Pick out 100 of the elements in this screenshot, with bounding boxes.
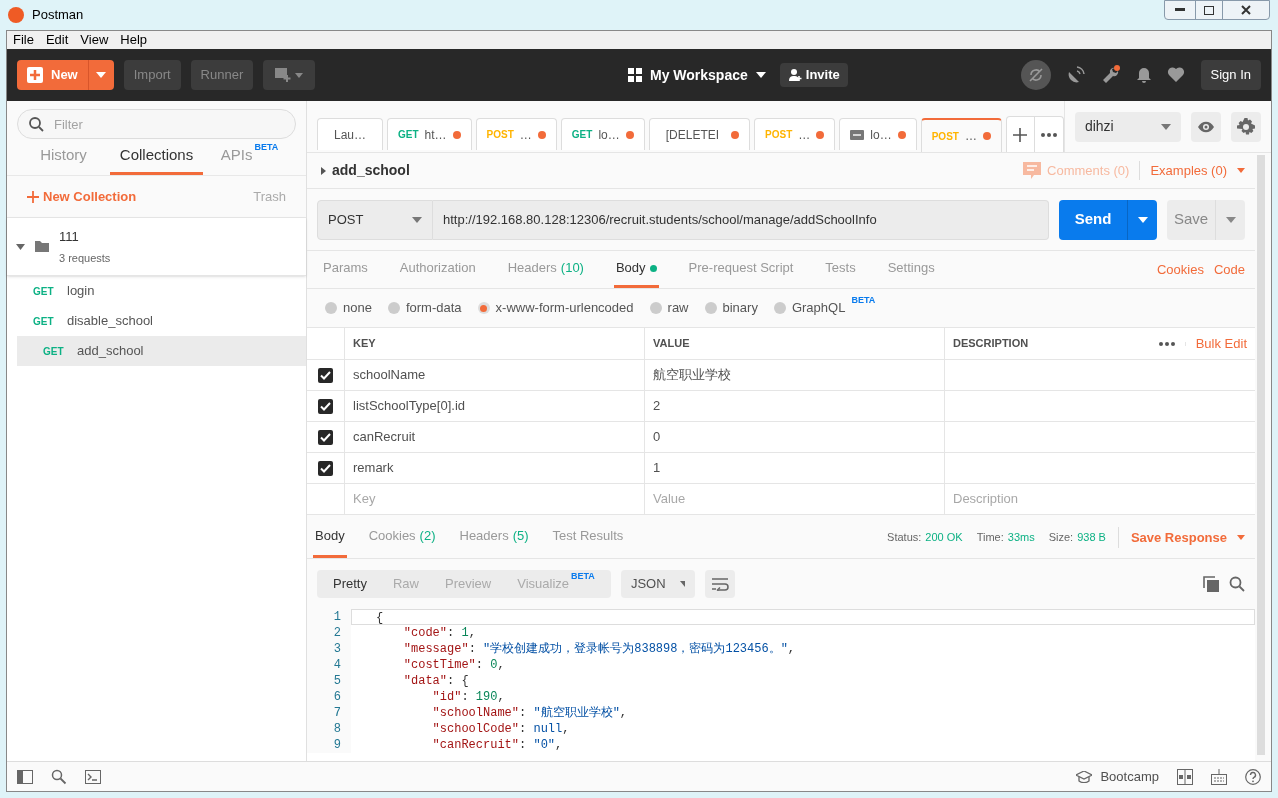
status-label: Status:: [887, 530, 922, 546]
table-cell-text: 2: [653, 397, 661, 416]
new-window-button[interactable]: [263, 60, 316, 90]
folder-icon: [35, 241, 49, 252]
copy-icon[interactable]: [1203, 576, 1219, 592]
menu-item[interactable]: View: [80, 30, 109, 50]
satellite-dish-icon[interactable]: [1066, 66, 1085, 84]
url-field[interactable]: http://192.168.80.128:12306/recruit.students/school/manage/addSchoolInfo: [433, 199, 1049, 240]
caret-icon: [1137, 216, 1148, 223]
sidebar-toggle-icon[interactable]: [17, 769, 33, 784]
request-tab[interactable]: [DELETEI: [648, 118, 751, 150]
scrollbar[interactable]: [1257, 155, 1265, 755]
eye-button[interactable]: [1191, 111, 1221, 142]
body-type-radio[interactable]: x-www-form-urlencoded: [477, 298, 634, 318]
code-line: "data": {: [402, 673, 469, 689]
send-button[interactable]: Send: [1059, 199, 1127, 240]
two-pane-icon[interactable]: [1177, 768, 1193, 785]
request-option-tab[interactable]: Body: [613, 251, 659, 288]
maximize-button[interactable]: [1195, 1, 1223, 19]
console-icon[interactable]: [85, 769, 101, 784]
save-options-button[interactable]: [1215, 199, 1245, 240]
request-tab[interactable]: GET lo…: [560, 118, 645, 150]
menu-item[interactable]: File: [13, 30, 34, 50]
status-label: Time:: [976, 530, 1004, 546]
sign-in-button[interactable]: Sign In: [1200, 60, 1261, 90]
sync-off-button[interactable]: [1020, 60, 1051, 90]
checkbox[interactable]: [318, 460, 333, 476]
input-field[interactable]: Value: [653, 489, 936, 509]
code-line: "costTime": 0,: [402, 657, 505, 673]
body-type-radio[interactable]: none: [325, 298, 372, 318]
request-item[interactable]: GET disable_school: [7, 306, 306, 336]
bell-icon[interactable]: [1136, 67, 1151, 83]
body-type-radio[interactable]: raw: [649, 298, 689, 318]
collection-name[interactable]: 111: [59, 226, 111, 246]
menu-item[interactable]: Help: [120, 30, 148, 50]
settings-button[interactable]: [1231, 111, 1261, 142]
bootcamp-button[interactable]: Bootcamp: [1076, 766, 1159, 787]
line-number: 8: [307, 721, 351, 737]
maximize-icon: [1204, 5, 1214, 15]
request-tab[interactable]: POST …: [475, 118, 557, 150]
checkbox[interactable]: [318, 367, 333, 383]
search-icon: [29, 117, 44, 132]
request-tab[interactable]: Lau…: [317, 118, 384, 150]
caret-icon: [412, 216, 422, 223]
dropdown-button[interactable]: [87, 60, 114, 90]
checkbox[interactable]: [318, 398, 333, 414]
table-cell-text: schoolName: [353, 366, 426, 385]
search-icon[interactable]: [51, 768, 67, 785]
line-number: 1: [307, 609, 351, 625]
grid-icon: [628, 68, 642, 82]
settings-icon: [1237, 117, 1255, 136]
method-dropdown[interactable]: POST: [317, 199, 433, 240]
method-label: GET: [33, 284, 55, 299]
graduation-cap-icon: [1076, 770, 1093, 783]
view-mode-tab[interactable]: Visualize$^{BETA}$: [507, 570, 605, 598]
keyboard-icon[interactable]: [1211, 768, 1227, 785]
caret-icon: [295, 72, 304, 78]
send-options-button[interactable]: [1127, 199, 1157, 240]
eye-icon: [1197, 120, 1215, 133]
body-type-radio[interactable]: GraphQL $^{BETA}$: [773, 298, 876, 318]
request-name: disable_school: [67, 312, 153, 331]
checkbox[interactable]: [318, 429, 333, 445]
request-tab[interactable]: lo…: [839, 118, 917, 150]
status-value: 200 OK: [925, 530, 963, 546]
caret-icon: [755, 72, 766, 78]
request-item[interactable]: GET add_school: [17, 336, 306, 366]
column-header: DESCRIPTION: [953, 336, 1029, 352]
body-type-radio[interactable]: form-data: [387, 298, 462, 318]
environment-dropdown[interactable]: dihzi: [1074, 111, 1181, 142]
status-value: 33ms: [1007, 530, 1035, 546]
sidebar-tab[interactable]: APIs$^{BETA}$: [203, 139, 296, 175]
request-tab[interactable]: POST …: [754, 118, 836, 150]
window-plus-icon: [275, 68, 292, 82]
plus-icon: [27, 190, 39, 203]
search-icon[interactable]: [1229, 576, 1245, 592]
caret-icon[interactable]: [321, 166, 326, 175]
body-type-radio[interactable]: binary: [704, 298, 758, 318]
workspace-dropdown[interactable]: My Workspace: [628, 64, 766, 86]
request-tab[interactable]: GET ht…: [387, 118, 472, 150]
filter-field[interactable]: Filter: [17, 109, 296, 139]
heart-icon[interactable]: [1166, 67, 1185, 83]
format-dropdown[interactable]: JSON: [620, 570, 695, 598]
response-tab[interactable]: Body: [313, 517, 347, 558]
sidebar-tab[interactable]: Collections: [110, 139, 203, 175]
more-icon[interactable]: [1158, 341, 1175, 346]
invite-button[interactable]: Invite: [779, 63, 848, 87]
request-item[interactable]: GET login: [7, 276, 306, 306]
code-line: "code": 1,: [402, 625, 476, 641]
close-icon: [1241, 5, 1251, 15]
request-name: login: [67, 282, 95, 301]
help-icon[interactable]: [1245, 768, 1261, 785]
plus-icon: [1013, 127, 1028, 142]
view-mode-tab[interactable]: Pretty: [323, 570, 377, 598]
wrap-lines-button[interactable]: [704, 570, 735, 598]
request-tab[interactable]: POST …: [920, 118, 1002, 152]
caret-icon[interactable]: [15, 243, 25, 250]
menu-item[interactable]: Edit: [45, 30, 69, 50]
input-field[interactable]: Description: [953, 489, 1247, 509]
code-line: "schoolName": "航空职业学校",: [431, 705, 628, 721]
input-field[interactable]: Key: [353, 489, 636, 509]
